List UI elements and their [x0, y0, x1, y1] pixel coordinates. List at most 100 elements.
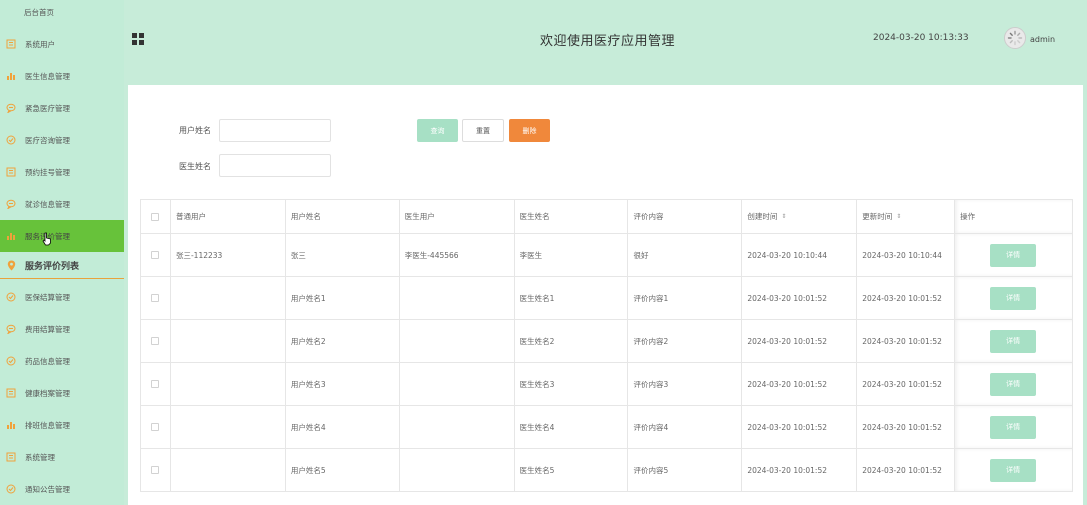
column-header: 用户姓名	[286, 200, 400, 233]
top-header: 欢迎使用医疗应用管理 2024-03-20 10:13:33 admin	[124, 0, 1087, 80]
document-icon	[5, 451, 17, 463]
location-pin-icon	[5, 260, 17, 272]
table-cell	[400, 406, 515, 448]
current-datetime: 2024-03-20 10:13:33	[873, 33, 969, 43]
sidebar: 后台首页 系统用户 医生信息管理 紧急医疗管理 医疗咨询管理 预约挂号管理 就诊…	[0, 0, 124, 505]
column-header-updated[interactable]: 更新时间 ⇕	[857, 200, 956, 233]
table-cell: 2024-03-20 10:01:52	[857, 277, 956, 319]
sort-icon[interactable]: ⇕	[781, 213, 786, 220]
sidebar-item-notice[interactable]: 通知公告管理	[0, 473, 124, 505]
sidebar-item-label: 通知公告管理	[25, 484, 70, 494]
menu-grid-icon[interactable]	[132, 33, 144, 45]
reset-button[interactable]: 重置	[462, 119, 504, 142]
table-cell: 医生姓名3	[515, 363, 629, 405]
sidebar-item-drug[interactable]: 药品信息管理	[0, 345, 124, 377]
sidebar-item-evaluation[interactable]: 服务评价管理	[0, 220, 124, 252]
row-checkbox[interactable]	[151, 294, 160, 302]
sidebar-item-label: 紧急医疗管理	[25, 103, 70, 113]
sidebar-item-label: 健康档案管理	[25, 388, 70, 398]
detail-button[interactable]: 详情	[990, 329, 1037, 353]
table-row: 张三-112233 张三 李医生-445566 李医生 很好 2024-03-2…	[141, 234, 1073, 277]
sidebar-item-system-users[interactable]: 系统用户	[0, 28, 124, 60]
sidebar-item-consult[interactable]: 医疗咨询管理	[0, 124, 124, 156]
detail-button[interactable]: 详情	[990, 458, 1037, 482]
sort-icon[interactable]: ⇕	[896, 213, 901, 220]
table-cell: 2024-03-20 10:01:52	[857, 363, 956, 405]
table-cell: 2024-03-20 10:01:52	[742, 406, 858, 448]
document-icon	[5, 38, 17, 50]
sidebar-item-label: 后台首页	[24, 7, 54, 17]
sidebar-item-fee[interactable]: 费用结算管理	[0, 313, 124, 345]
chat-icon	[5, 198, 17, 210]
table-cell	[171, 320, 286, 362]
action-cell: 详情	[955, 449, 1073, 491]
username[interactable]: admin	[1030, 35, 1055, 44]
table-cell: 用户姓名1	[286, 277, 400, 319]
sidebar-item-doctor-info[interactable]: 医生信息管理	[0, 60, 124, 92]
row-checkbox[interactable]	[151, 466, 160, 474]
row-checkbox[interactable]	[151, 251, 160, 259]
table-cell	[171, 406, 286, 448]
table-cell	[400, 363, 515, 405]
sidebar-item-appointment[interactable]: 预约挂号管理	[0, 156, 124, 188]
delete-button[interactable]: 删除	[509, 119, 550, 142]
row-select-cell	[141, 449, 171, 491]
sidebar-subitem-evaluation-list[interactable]: 服务评价列表	[0, 253, 124, 279]
mouse-cursor-icon	[42, 232, 52, 248]
table-cell	[171, 449, 286, 491]
sidebar-item-visit[interactable]: 就诊信息管理	[0, 188, 124, 220]
sidebar-item-label: 医保结算管理	[25, 292, 70, 302]
row-select-cell	[141, 406, 171, 448]
column-header: 评价内容	[628, 200, 743, 233]
chat-icon	[5, 102, 17, 114]
bar-chart-icon	[5, 419, 17, 431]
table-cell: 医生姓名5	[515, 449, 629, 491]
table-cell: 评价内容2	[628, 320, 743, 362]
table-cell: 医生姓名1	[515, 277, 629, 319]
table-cell: 张三	[286, 234, 400, 276]
table-cell	[171, 363, 286, 405]
sidebar-item-emergency[interactable]: 紧急医疗管理	[0, 92, 124, 124]
sidebar-item-label: 医疗咨询管理	[25, 135, 70, 145]
evaluation-table: 普通用户 用户姓名 医生用户 医生姓名 评价内容 创建时间 ⇕ 更新时间 ⇕ 操作 …	[140, 199, 1073, 492]
table-cell: 医生姓名4	[515, 406, 629, 448]
sidebar-item-system[interactable]: 系统管理	[0, 441, 124, 473]
sidebar-item-schedule[interactable]: 排班信息管理	[0, 409, 124, 441]
select-all-checkbox[interactable]	[151, 212, 160, 221]
avatar[interactable]	[1004, 27, 1026, 49]
doctor-name-input[interactable]	[219, 154, 331, 177]
row-checkbox[interactable]	[151, 337, 160, 345]
sidebar-item-label: 医生信息管理	[25, 71, 70, 81]
sidebar-item-health[interactable]: 健康档案管理	[0, 377, 124, 409]
sidebar-item-label: 药品信息管理	[25, 356, 70, 366]
main-panel: 用户姓名 医生姓名 查询 重置 删除 普通用户 用户姓名 医生用户 医生姓名 评…	[128, 85, 1083, 505]
sidebar-item-insurance[interactable]: 医保结算管理	[0, 281, 124, 313]
row-checkbox[interactable]	[151, 380, 160, 388]
table-cell: 评价内容4	[628, 406, 743, 448]
user-name-input[interactable]	[219, 119, 331, 142]
column-header: 操作	[955, 200, 1073, 233]
table-cell: 2024-03-20 10:01:52	[857, 406, 956, 448]
table-cell: 2024-03-20 10:01:52	[742, 363, 858, 405]
detail-button[interactable]: 详情	[990, 243, 1037, 267]
table-cell: 李医生	[515, 234, 629, 276]
check-circle-icon	[5, 355, 17, 367]
sidebar-item-home[interactable]: 后台首页	[0, 0, 124, 28]
table-cell: 很好	[628, 234, 743, 276]
bar-chart-icon	[5, 70, 17, 82]
detail-button[interactable]: 详情	[990, 286, 1037, 310]
document-icon	[5, 166, 17, 178]
detail-button[interactable]: 详情	[990, 372, 1037, 396]
row-select-cell	[141, 234, 171, 276]
row-select-cell	[141, 363, 171, 405]
table-cell: 用户姓名5	[286, 449, 400, 491]
column-header-created[interactable]: 创建时间 ⇕	[742, 200, 858, 233]
table-cell: 2024-03-20 10:01:52	[742, 320, 858, 362]
table-row: 用户姓名3 医生姓名3 评价内容3 2024-03-20 10:01:52 20…	[141, 363, 1073, 406]
table-cell: 用户姓名3	[286, 363, 400, 405]
table-cell: 2024-03-20 10:01:52	[857, 449, 956, 491]
row-checkbox[interactable]	[151, 423, 160, 431]
column-header-label: 更新时间	[862, 212, 893, 221]
query-button[interactable]: 查询	[417, 119, 458, 142]
detail-button[interactable]: 详情	[990, 415, 1037, 439]
